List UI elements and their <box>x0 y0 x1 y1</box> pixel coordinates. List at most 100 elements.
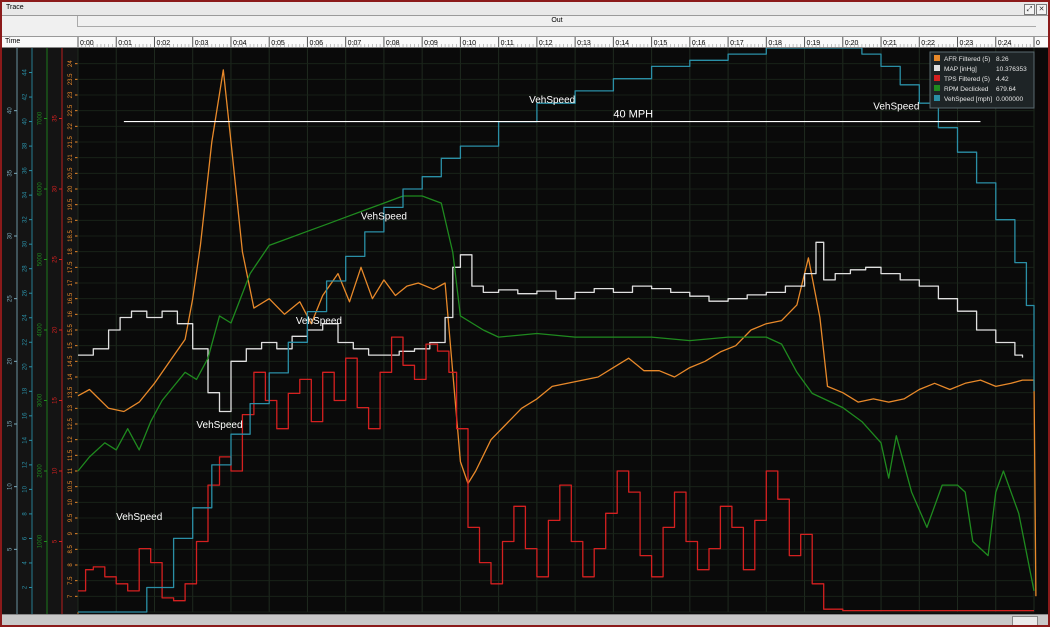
legend-value: 0.000000 <box>996 96 1023 103</box>
axis-tick-label-afr: 18.5 <box>68 230 74 242</box>
axis-tick-label-speed: 12 <box>23 461 29 468</box>
legend-swatch <box>934 95 940 101</box>
axis-tick-label-speed: 16 <box>23 412 29 419</box>
axis-tick-label-map: 35 <box>8 169 14 176</box>
axis-tick-label-afr: 11 <box>68 467 74 474</box>
axis-tick-label-afr: 16.5 <box>68 292 74 304</box>
axis-tick-label-afr: 15.5 <box>68 324 74 336</box>
axis-tick-label-speed: 40 <box>23 118 29 125</box>
axis-tick-label-afr: 22.5 <box>68 104 74 116</box>
axis-tick-label-tps: 15 <box>53 397 59 404</box>
axis-tick-label-speed: 34 <box>23 191 29 198</box>
axis-tick-label-afr: 24 <box>68 60 74 67</box>
axis-tick-label-tps: 30 <box>53 185 59 192</box>
time-tick-label: 0:23 <box>960 40 974 47</box>
time-ruler[interactable]: Time 0:00 0:01 0:02 0:03 0:04 0:05 0:06 0:07 0:0… <box>2 37 1048 48</box>
axis-tick-label-speed: 18 <box>23 387 29 394</box>
axis-tick-label-afr: 20 <box>68 185 74 192</box>
axis-tick-label-map: 20 <box>8 357 14 364</box>
time-tick-label: 0:20 <box>845 40 859 47</box>
time-tick-label: 0:14 <box>615 40 629 47</box>
axis-tick-label-rpm: 6000 <box>38 182 44 196</box>
vehspeed-label: VehSpeed <box>196 420 242 431</box>
legend-value: 679.64 <box>996 86 1016 93</box>
axis-tick-label-rpm: 5000 <box>38 252 44 266</box>
axis-tick-label-speed: 26 <box>23 289 29 296</box>
vehspeed-label: VehSpeed <box>873 101 919 112</box>
time-tick-label: 0:08 <box>386 40 400 47</box>
axis-tick-label-speed: 32 <box>23 216 29 223</box>
scrollbar[interactable] <box>2 614 1048 625</box>
legend-value: 4.42 <box>996 76 1009 83</box>
section-title: Out <box>77 16 1036 26</box>
legend-name: TPS Filtered (5) <box>944 76 990 83</box>
section-header: Out <box>2 16 1048 37</box>
time-tick-label: 0 <box>1036 40 1040 47</box>
time-tick-label: 0:01 <box>118 40 132 47</box>
legend-swatch <box>934 85 940 91</box>
axis-tick-label-afr: 12.5 <box>68 418 74 430</box>
threshold-label: 40 MPH <box>613 109 653 121</box>
axis-tick-label-rpm: 1000 <box>38 534 44 548</box>
vehspeed-label: VehSpeed <box>529 95 575 106</box>
axis-tick-label-afr: 14 <box>68 373 74 380</box>
axis-tick-label-afr: 19.5 <box>68 198 74 210</box>
axis-tick-label-speed: 30 <box>23 240 29 247</box>
legend-value: 10.376353 <box>996 66 1027 73</box>
axis-tick-label-afr: 17.5 <box>68 261 74 273</box>
axis-tick-label-tps: 35 <box>53 115 59 122</box>
vehspeed-label: VehSpeed <box>296 316 342 327</box>
axis-tick-label-afr: 16 <box>68 310 74 317</box>
axis-tick-label-afr: 13.5 <box>68 386 74 398</box>
axis-tick-label-speed: 10 <box>23 485 29 492</box>
axis-tick-label-afr: 15 <box>68 342 74 349</box>
legend-name: MAP [inHg] <box>944 66 977 73</box>
axis-tick-label-afr: 7.5 <box>68 576 74 585</box>
close-icon[interactable]: ✕ <box>1036 4 1047 15</box>
axis-tick-label-afr: 23.5 <box>68 73 74 85</box>
time-ticks: 0:00 0:01 0:02 0:03 0:04 0:05 0:06 0:07 0:08 0:09… <box>77 37 1040 47</box>
y-axes: 5101520253035402468101214161820222426283… <box>2 48 79 614</box>
restore-icon[interactable]: ⤢ <box>1024 4 1035 15</box>
axis-tick-label-speed: 20 <box>23 363 29 370</box>
axis-tick-label-afr: 9.5 <box>68 513 74 522</box>
time-tick-label: 0:02 <box>156 40 170 47</box>
title-bar: Trace ⤢ ✕ <box>2 2 1048 16</box>
time-tick-label: 0:05 <box>271 40 285 47</box>
time-tick-label: 0:17 <box>730 40 744 47</box>
axis-tick-label-afr: 21 <box>68 154 74 161</box>
axis-tick-label-rpm: 3000 <box>38 393 44 407</box>
plot-area[interactable]: 5 10 15 20 25 30 35 40 2 4 6 8 10 12 14 16 18 20 22 24 26 28 3… <box>2 47 1048 614</box>
legend-swatch <box>934 65 940 71</box>
axis-tick-label-afr: 11.5 <box>68 449 74 461</box>
legend-value: 8.26 <box>996 56 1009 63</box>
axis-tick-label-afr: 22 <box>68 122 74 129</box>
axis-tick-label-afr: 17 <box>68 279 74 286</box>
legend-name: AFR Filtered (5) <box>944 56 990 63</box>
axis-tick-label-afr: 23 <box>68 91 74 98</box>
axis-tick-label-afr: 8.5 <box>68 545 74 554</box>
axis-tick-label-speed: 24 <box>23 314 29 321</box>
axis-tick-label-afr: 21.5 <box>68 136 74 148</box>
time-tick-label: 0:15 <box>654 40 668 47</box>
legend: AFR Filtered (5) 8.26 MAP [inHg] 10.376353 T… <box>929 51 1035 109</box>
legend-name: VehSpeed [mph] <box>944 96 992 103</box>
axis-tick-label-map: 40 <box>8 107 14 114</box>
time-tick-label: 0:16 <box>692 40 706 47</box>
axis-tick-label-tps: 10 <box>53 467 59 474</box>
time-tick-label: 0:03 <box>195 40 209 47</box>
axis-tick-label-speed: 28 <box>23 265 29 272</box>
trace-chart[interactable]: 5101520253035402468101214161820222426283… <box>2 47 1048 614</box>
time-tick-label: 0:13 <box>577 40 591 47</box>
time-tick-label: 0:24 <box>998 40 1012 47</box>
axis-tick-label-rpm: 7000 <box>38 111 44 125</box>
axis-tick-label-afr: 18 <box>68 248 74 255</box>
time-tick-label: 0:06 <box>309 40 323 47</box>
time-tick-label: 0:00 <box>80 40 94 47</box>
axis-tick-label-map: 30 <box>8 232 14 239</box>
vehspeed-label: VehSpeed <box>361 212 407 223</box>
time-tick-label: 0:07 <box>348 40 362 47</box>
axis-tick-label-tps: 20 <box>53 326 59 333</box>
scrollbar-thumb[interactable] <box>1012 616 1038 625</box>
legend-name: RPM Declicked <box>944 86 989 93</box>
